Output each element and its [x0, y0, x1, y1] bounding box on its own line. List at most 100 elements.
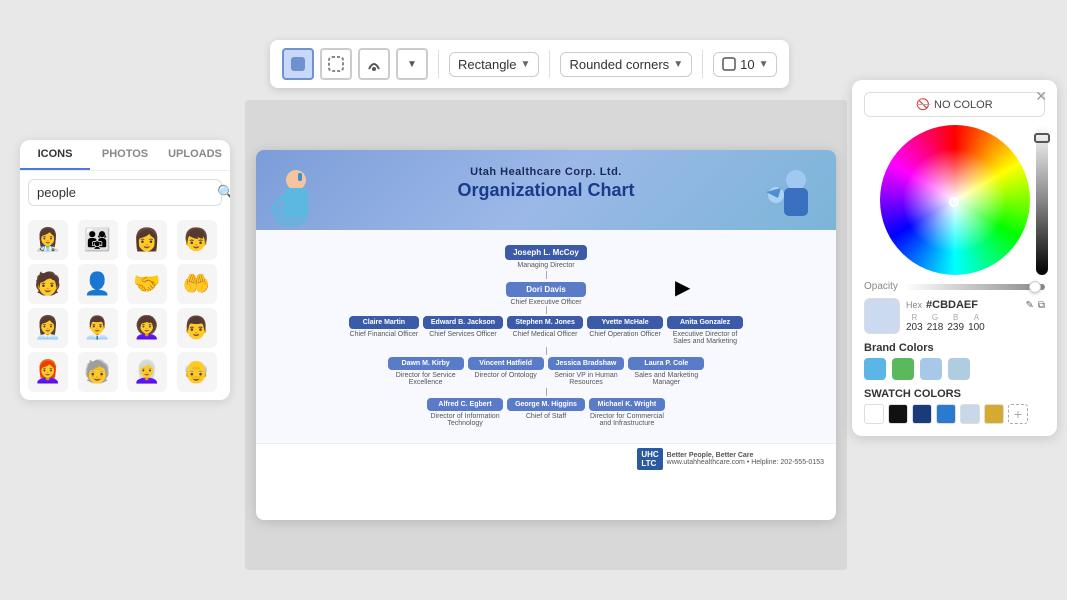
opacity-label: Opacity: [864, 281, 898, 292]
icon-item[interactable]: 👨‍👩‍👧: [78, 220, 118, 260]
saturation-bar-container[interactable]: [1036, 125, 1048, 275]
add-swatch-button[interactable]: +: [1008, 404, 1028, 424]
level5-node-2: Michael K. Wright Director for Commercia…: [589, 398, 665, 427]
level4-node-0: Dawn M. Kirby Director for Service Excel…: [388, 357, 464, 386]
icon-item[interactable]: 👴: [177, 352, 217, 392]
icon-item[interactable]: 👩‍🦰: [28, 352, 68, 392]
org-footer: UHCLTC Better People, Better Care www.ut…: [256, 443, 836, 474]
brand-swatch-1[interactable]: [892, 358, 914, 380]
color-wheel-container[interactable]: [880, 125, 1030, 275]
search-input[interactable]: [37, 185, 213, 200]
org-chart-card: Utah Healthcare Corp. Ltd. Organizationa…: [256, 150, 836, 520]
level4-node-2: Jessica Bradshaw Senior VP in Human Reso…: [548, 357, 625, 386]
icon-item[interactable]: 👩: [127, 220, 167, 260]
panel-tabs: ICONS PHOTOS UPLOADS: [20, 140, 230, 171]
size-select[interactable]: 10 ▼: [713, 52, 777, 77]
level5-node-0: Alfred C. Egbert Director of Information…: [427, 398, 503, 427]
brand-colors-title: Brand Colors: [864, 342, 1045, 354]
tab-uploads[interactable]: UPLOADS: [160, 140, 230, 170]
close-button[interactable]: ✕: [1035, 88, 1047, 105]
icon-item[interactable]: 👩‍🦱: [127, 308, 167, 348]
tab-icons[interactable]: ICONS: [20, 140, 90, 170]
dropdown-btn[interactable]: ▼: [396, 48, 428, 80]
swatch-gold[interactable]: [984, 404, 1004, 424]
brand-swatch-3[interactable]: [948, 358, 970, 380]
icon-item[interactable]: 🤲: [177, 264, 217, 304]
color-wheel[interactable]: [880, 125, 1030, 275]
shape-chevron: ▼: [521, 59, 531, 70]
canvas-area[interactable]: Utah Healthcare Corp. Ltd. Organizationa…: [245, 100, 847, 570]
footer-text: Better People, Better Care: [667, 452, 824, 459]
brand-colors-swatches: [864, 358, 1045, 380]
level5-node-1: George M. Higgins Chief of Staff: [507, 398, 585, 427]
corners-select[interactable]: Rounded corners ▼: [560, 52, 692, 77]
icon-item[interactable]: 👩‍⚕️: [28, 220, 68, 260]
level3-node-3: Yvette McHale Chief Operation Officer: [587, 316, 663, 345]
level3-node-2: Stephen M. Jones Chief Medical Officer: [507, 316, 583, 345]
no-color-label: NO COLOR: [934, 99, 993, 111]
icon-grid: 👩‍⚕️ 👨‍👩‍👧 👩 👦 🧑 👤 🤝 🤲 👩‍💼 👨‍💼 👩‍🦱 👨 👩‍🦰…: [20, 214, 230, 400]
icon-item[interactable]: 👩‍🦳: [127, 352, 167, 392]
icon-item[interactable]: 👦: [177, 220, 217, 260]
brand-swatch-0[interactable]: [864, 358, 886, 380]
corners-chevron: ▼: [673, 59, 683, 70]
level4-node-1: Vincent Hatfield Director of Ontology: [468, 357, 544, 386]
size-icon: [722, 57, 736, 71]
org-header: Utah Healthcare Corp. Ltd. Organizationa…: [256, 150, 836, 230]
opacity-handle[interactable]: [1029, 281, 1041, 293]
icon-item[interactable]: 👤: [78, 264, 118, 304]
hex-row: Hex #CBDAEF ✎ ⧉: [906, 299, 1045, 311]
copy-hex-icon[interactable]: ⧉: [1038, 300, 1045, 311]
swatch-white[interactable]: [864, 404, 884, 424]
swatch-darkblue[interactable]: [912, 404, 932, 424]
corners-label: Rounded corners: [569, 57, 669, 72]
left-panel: ICONS PHOTOS UPLOADS 🔍 👩‍⚕️ 👨‍👩‍👧 👩 👦 🧑 …: [20, 140, 230, 400]
swatch-lightblue[interactable]: [960, 404, 980, 424]
dashed-shape-btn[interactable]: [320, 48, 352, 80]
wheel-cursor[interactable]: [949, 197, 959, 207]
swatch-black[interactable]: [888, 404, 908, 424]
org-chart-title: Organizational Chart: [266, 180, 826, 201]
org-body: Joseph L. McCoy Managing Director Dori D…: [256, 230, 836, 443]
r-col: R 203: [906, 313, 923, 333]
g-col: G 218: [927, 313, 944, 333]
opacity-slider[interactable]: [904, 284, 1045, 290]
solid-shape-btn[interactable]: [282, 48, 314, 80]
brand-swatch-2[interactable]: [920, 358, 942, 380]
header-figure-right: [746, 160, 826, 230]
icon-item[interactable]: 👨‍💼: [78, 308, 118, 348]
b-col: B 239: [947, 313, 964, 333]
rgba-row: R 203 G 218 B 239 A 100: [906, 313, 1045, 333]
tab-photos[interactable]: PHOTOS: [90, 140, 160, 170]
size-chevron: ▼: [759, 59, 769, 70]
level3-node-4: Anita Gonzalez Executive Director of Sal…: [667, 316, 743, 345]
level3-node-0: Claire Martin Chief Financial Officer: [349, 316, 419, 345]
saturation-cursor[interactable]: [1034, 133, 1050, 143]
icon-item[interactable]: 🤝: [127, 264, 167, 304]
swatch-blue[interactable]: [936, 404, 956, 424]
size-value: 10: [740, 57, 754, 72]
no-color-icon: 🚫: [916, 98, 930, 111]
header-figure-left: [266, 160, 346, 230]
icon-item[interactable]: 🧓: [78, 352, 118, 392]
footer-url: www.utahhealthcare.com • Helpline: 202-5…: [667, 459, 824, 466]
hex-value: #CBDAEF: [926, 299, 1021, 311]
icon-item[interactable]: 👩‍💼: [28, 308, 68, 348]
org-company-name: Utah Healthcare Corp. Ltd.: [266, 166, 826, 178]
role-coo: Chief Executive Officer: [264, 299, 828, 306]
no-color-button[interactable]: 🚫 NO COLOR: [864, 92, 1045, 117]
a-col: A 100: [968, 313, 985, 333]
swatch-colors-title: SWATCH COLORS: [864, 388, 1045, 400]
style-btn[interactable]: [358, 48, 390, 80]
search-icon[interactable]: 🔍: [217, 184, 230, 201]
separator: [438, 50, 439, 78]
icon-item[interactable]: 👨: [177, 308, 217, 348]
shape-select[interactable]: Rectangle ▼: [449, 52, 539, 77]
color-inputs: Hex #CBDAEF ✎ ⧉ R 203 G 218 B 239: [906, 299, 1045, 333]
separator3: [702, 50, 703, 78]
node-ceo: Joseph L. McCoy: [505, 245, 587, 260]
icon-item[interactable]: 🧑: [28, 264, 68, 304]
swatch-colors-row: +: [864, 404, 1045, 424]
toolbar: ▼ Rectangle ▼ Rounded corners ▼ 10 ▼: [270, 40, 789, 88]
edit-hex-icon[interactable]: ✎: [1025, 300, 1033, 311]
